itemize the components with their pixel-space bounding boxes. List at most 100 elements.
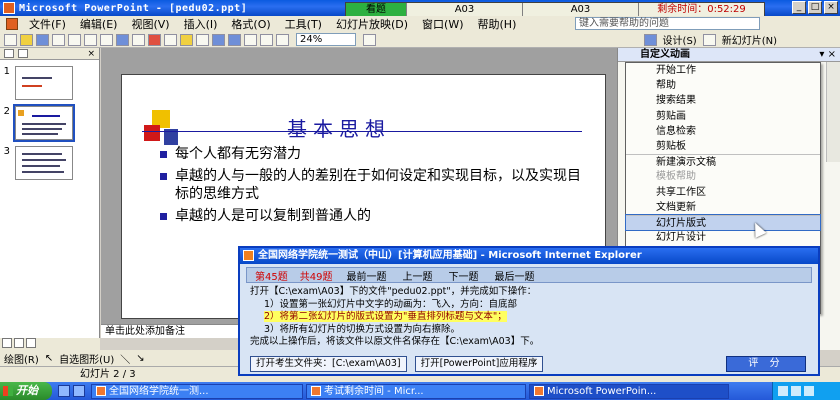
hyperlink-icon[interactable] [244, 33, 257, 46]
tray-ime-icon[interactable] [804, 386, 814, 396]
help-search-input[interactable]: 键入需要帮助的问题 [575, 17, 760, 30]
autoshape-menu[interactable]: 自选图形(U) [59, 351, 114, 366]
first-question-button[interactable]: 最前一题 [344, 268, 388, 283]
new-file-icon[interactable] [4, 33, 17, 46]
score-button[interactable]: 评 分 [726, 356, 806, 372]
menu-file[interactable]: 文件(F) [22, 16, 73, 32]
menu-view[interactable]: 视图(V) [124, 16, 176, 32]
slide-number: 1 [3, 66, 10, 77]
line-icon[interactable]: ＼ [120, 351, 130, 366]
select-pointer-icon[interactable]: ↖ [45, 353, 53, 364]
zoom-select[interactable]: 24% [296, 33, 356, 46]
menu-edit[interactable]: 编辑(E) [73, 16, 125, 32]
ie-quicklaunch-icon[interactable] [58, 385, 70, 397]
slide-title[interactable]: 基本思想 [287, 113, 391, 142]
slide-number: 3 [3, 146, 10, 157]
tab-outline[interactable] [4, 49, 14, 58]
pane-menu-item[interactable]: 共享工作区 [626, 185, 820, 200]
slide-thumbnail-2[interactable] [13, 104, 75, 142]
pane-menu-item[interactable]: 幻灯片版式 [625, 213, 821, 232]
taskbar-task-button[interactable]: 全国网络学院统一测... [91, 383, 303, 399]
slide-thumbnail-1[interactable] [15, 66, 73, 100]
next-question-button[interactable]: 下一题 [446, 268, 480, 283]
help-icon[interactable] [363, 33, 376, 46]
new-slide-button[interactable]: 新幻灯片(N) [719, 32, 780, 47]
undo-icon[interactable] [212, 33, 225, 46]
print-preview-icon[interactable] [100, 33, 113, 46]
email-icon[interactable] [68, 33, 81, 46]
paste-icon[interactable] [180, 33, 193, 46]
system-tray [772, 382, 840, 400]
taskbar: 开始 全国网络学院统一测... 考试剩余时间 - Micr... Microsoft… [0, 382, 840, 400]
task-pane-close-icon[interactable]: ▾ × [819, 48, 836, 61]
taskbar-task-button[interactable]: 考试剩余时间 - Micr... [306, 383, 526, 399]
save-icon[interactable] [36, 33, 49, 46]
menu-insert[interactable]: 插入(I) [177, 16, 225, 32]
pane-menu-item[interactable]: 信息检索 [626, 124, 820, 139]
print-icon[interactable] [84, 33, 97, 46]
prev-question-button[interactable]: 上一题 [400, 268, 434, 283]
cut-icon[interactable] [148, 33, 161, 46]
pane-menu-item[interactable]: 剪贴板 [626, 139, 820, 154]
slide-thumbnail-3[interactable] [15, 146, 73, 180]
open-exam-folder-button[interactable]: 打开考生文件夹：[C:\exam\A03] [250, 356, 407, 372]
tab-slides[interactable] [18, 49, 28, 58]
spelling-icon[interactable] [116, 33, 129, 46]
task-pane-title[interactable]: 自定义动画 [640, 48, 690, 61]
pane-menu-item[interactable]: 开始工作 [626, 63, 820, 78]
arrow-icon[interactable]: ↘ [136, 353, 144, 364]
open-app-button[interactable]: 打开[PowerPoint]应用程序 [414, 356, 544, 372]
pane-menu-item[interactable]: 新建演示文稿 [626, 154, 820, 169]
maximize-icon[interactable]: □ [808, 1, 822, 14]
chart-icon[interactable] [276, 33, 289, 46]
draw-menu[interactable]: 绘图(R) [4, 351, 39, 366]
close-icon[interactable]: × [824, 1, 838, 14]
task-app-icon [96, 386, 106, 396]
start-button[interactable]: 开始 [0, 382, 52, 400]
taskbar-task-button[interactable]: Microsoft PowerPoin... [529, 383, 729, 399]
panel-close-icon[interactable]: × [87, 49, 95, 59]
exam-status-bar: 看题 A03 A03 剩余时间：0:52:29 [345, 2, 765, 17]
pane-menu-item[interactable]: 剪贴画 [626, 109, 820, 124]
design-button[interactable]: 设计(S) [660, 32, 700, 47]
powerpoint-app-icon[interactable] [3, 2, 15, 14]
menu-help[interactable]: 帮助(H) [471, 16, 524, 32]
highlighted-step: 2）将第二张幻灯片的版式设置为"垂直排列标题与文本"； [264, 311, 507, 322]
task-pane-header[interactable]: 自定义动画 ▾ × [618, 48, 840, 62]
pane-menu-item[interactable]: 文档更新 [626, 200, 820, 215]
view-question-button[interactable]: 看题 [346, 3, 406, 16]
question-total: 共49题 [299, 271, 333, 283]
last-question-button[interactable]: 最后一题 [492, 268, 536, 283]
bullet-item: 每个人都有无穷潜力 [160, 145, 590, 163]
pane-menu-item-label: 剪贴画 [656, 110, 686, 122]
normal-view-icon[interactable] [2, 338, 12, 348]
desktop-quicklaunch-icon[interactable] [73, 385, 85, 397]
pane-menu-item[interactable]: 幻灯片设计 [626, 230, 820, 245]
menu-tools[interactable]: 工具(T) [278, 16, 329, 32]
ppt-doc-icon[interactable] [6, 18, 18, 30]
menu-slideshow[interactable]: 幻灯片放映(D) [329, 16, 415, 32]
menu-window[interactable]: 窗口(W) [415, 16, 470, 32]
redo-icon[interactable] [228, 33, 241, 46]
bullet-text: 卓越的人是可以复制到普通人的 [175, 208, 371, 224]
copy-icon[interactable] [164, 33, 177, 46]
tray-volume-icon[interactable] [791, 386, 801, 396]
slideshow-view-icon[interactable] [26, 338, 36, 348]
open-folder-icon[interactable] [20, 33, 33, 46]
question-line: 打开【C:\exam\A03】下的文件"pedu02.ppt"，并完成如下操作： [250, 286, 537, 297]
pane-menu-item[interactable]: 帮助 [626, 78, 820, 93]
sorter-view-icon[interactable] [14, 338, 24, 348]
slide-indicator: 幻灯片 2 / 3 [80, 369, 136, 380]
permission-icon[interactable] [52, 33, 65, 46]
question-line: 完成以上操作后，将该文件以原文件名保存在【C:\exam\A03】下。 [250, 336, 540, 347]
tray-network-icon[interactable] [778, 386, 788, 396]
minimize-icon[interactable]: _ [792, 1, 806, 14]
table-icon[interactable] [260, 33, 273, 46]
task-pane-scrollbar[interactable] [826, 62, 840, 162]
slide-bullets[interactable]: 每个人都有无穷潜力 卓越的人与一般的人的差别在于如何设定和实现目标，以及实现目标… [160, 145, 590, 229]
research-icon[interactable] [132, 33, 145, 46]
pane-menu-item[interactable]: 搜索结果 [626, 93, 820, 108]
question-number: 第45题 [255, 271, 288, 283]
format-painter-icon[interactable] [196, 33, 209, 46]
menu-format[interactable]: 格式(O) [224, 16, 277, 32]
